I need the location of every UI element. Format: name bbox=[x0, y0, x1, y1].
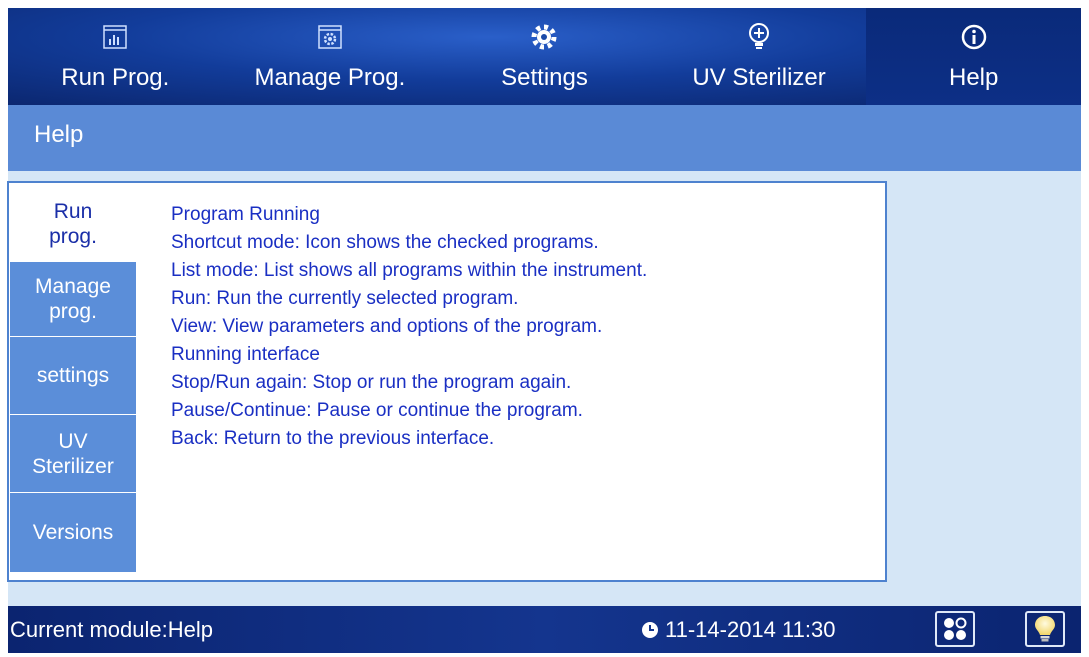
tab-versions-label: Versions bbox=[32, 521, 114, 544]
help-line: List mode: List shows all programs withi… bbox=[171, 260, 648, 281]
help-line: Pause/Continue: Pause or continue the pr… bbox=[171, 400, 583, 421]
apps-grid-icon bbox=[944, 617, 967, 640]
nav-settings[interactable]: Settings bbox=[437, 8, 652, 105]
help-line: Program Running bbox=[171, 204, 320, 225]
top-nav: Run Prog. Manage Prog. Settings UV Steri… bbox=[8, 8, 1081, 105]
nav-help-label: Help bbox=[948, 64, 999, 91]
help-tabs: Run prog. Manage prog. settings UV Steri… bbox=[10, 187, 136, 572]
light-bulb-icon bbox=[1035, 616, 1055, 642]
tab-settings-label: settings bbox=[36, 364, 110, 387]
help-line: Back: Return to the previous interface. bbox=[171, 428, 495, 449]
tab-uv-sterilizer-label: UV Sterilizer bbox=[32, 429, 114, 478]
page-title: Help bbox=[34, 121, 84, 148]
tab-manage-prog-label: Manage prog. bbox=[35, 275, 111, 323]
nav-manage-prog-label: Manage Prog. bbox=[254, 64, 406, 91]
nav-help[interactable]: Help bbox=[866, 8, 1081, 105]
tab-uv-sterilizer[interactable]: UV Sterilizer bbox=[10, 415, 136, 493]
nav-settings-label: Settings bbox=[501, 64, 588, 91]
tab-run-prog-label: Run prog. bbox=[49, 200, 97, 248]
help-line: View: View parameters and options of the… bbox=[171, 316, 603, 337]
tab-run-prog[interactable]: Run prog. bbox=[10, 187, 136, 262]
help-text: Program Running Shortcut mode: Icon show… bbox=[171, 201, 871, 453]
help-line: Shortcut mode: Icon shows the checked pr… bbox=[171, 232, 599, 253]
nav-uv-sterilizer[interactable]: UV Sterilizer bbox=[652, 8, 867, 105]
datetime-display: 11-14-2014 11:30 bbox=[641, 617, 835, 643]
help-line: Stop/Run again: Stop or run the program … bbox=[171, 372, 572, 393]
status-bar: Current module:Help 11-14-2014 11:30 bbox=[8, 606, 1081, 653]
tab-manage-prog[interactable]: Manage prog. bbox=[10, 262, 136, 337]
info-circle-icon bbox=[959, 22, 989, 52]
current-module-text: Current module:Help bbox=[10, 617, 213, 642]
clock-icon bbox=[642, 622, 658, 638]
side-panel bbox=[903, 171, 1081, 606]
gear-window-icon bbox=[315, 22, 345, 52]
nav-manage-prog[interactable]: Manage Prog. bbox=[223, 8, 438, 105]
help-line: Run: Run the currently selected program. bbox=[171, 288, 519, 309]
datetime-text: 11-14-2014 11:30 bbox=[665, 617, 836, 642]
title-bar: Help bbox=[8, 105, 1081, 171]
chart-window-icon bbox=[100, 22, 130, 52]
nav-uv-sterilizer-label: UV Sterilizer bbox=[692, 64, 826, 91]
bulb-plus-icon bbox=[744, 22, 774, 52]
gear-icon bbox=[529, 22, 559, 52]
nav-run-prog[interactable]: Run Prog. bbox=[8, 8, 223, 105]
light-button[interactable] bbox=[1025, 611, 1065, 647]
apps-grid-button[interactable] bbox=[935, 611, 975, 647]
help-line: Running interface bbox=[171, 344, 320, 365]
tab-versions[interactable]: Versions bbox=[10, 493, 136, 572]
tab-settings[interactable]: settings bbox=[10, 337, 136, 415]
nav-run-prog-label: Run Prog. bbox=[61, 64, 170, 91]
